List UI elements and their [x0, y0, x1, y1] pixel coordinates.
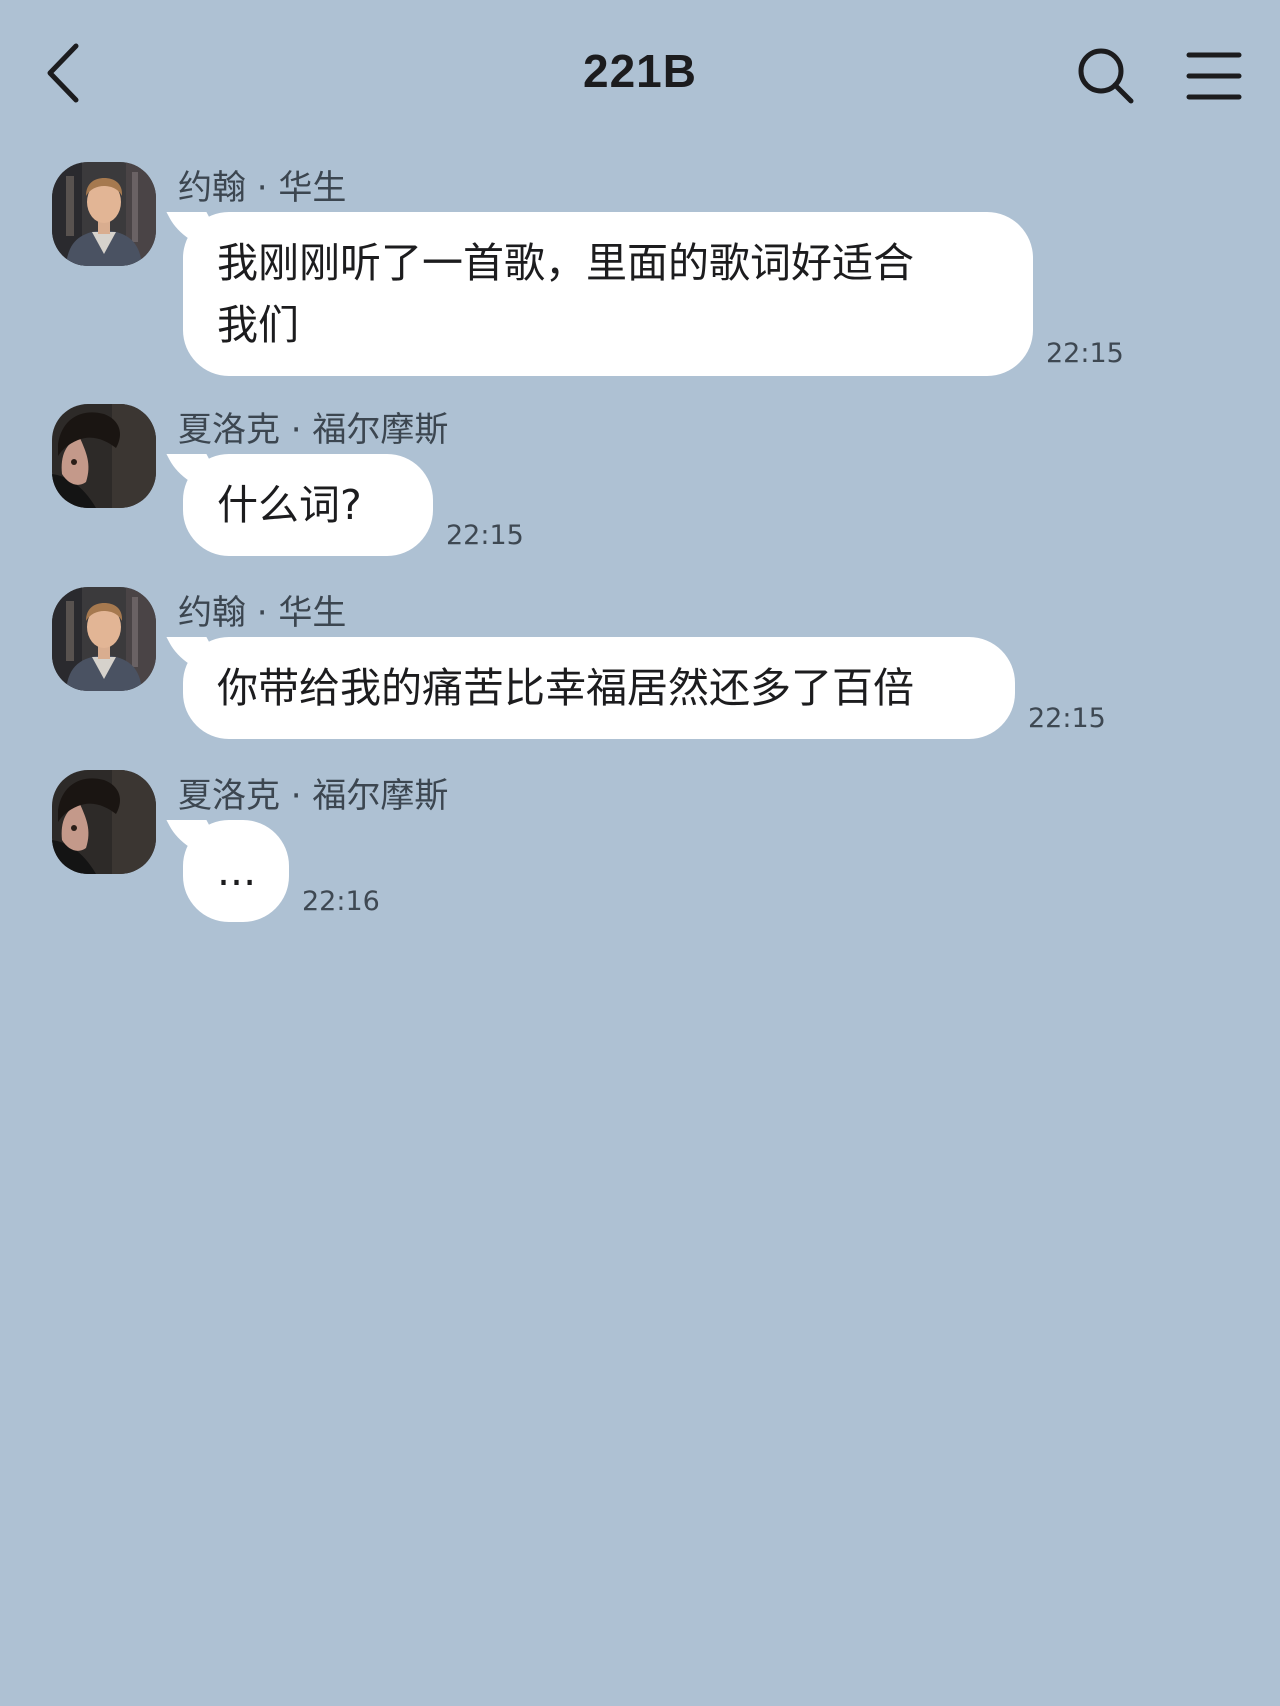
menu-button[interactable]: [1186, 50, 1242, 102]
avatar-john-watson[interactable]: [52, 162, 156, 266]
message-bubble[interactable]: 什么词?: [183, 454, 433, 556]
message-time: 22:15: [1028, 703, 1106, 734]
avatar-john-watson[interactable]: [52, 587, 156, 691]
avatar-sherlock-holmes[interactable]: [52, 404, 156, 508]
sender-name: 约翰 · 华生: [178, 593, 347, 633]
message-bubble[interactable]: 我刚刚听了一首歌，里面的歌词好适合 我们: [183, 212, 1033, 376]
message-bubble[interactable]: 你带给我的痛苦比幸福居然还多了百倍: [183, 637, 1015, 739]
message-text: 什么词?: [217, 481, 362, 529]
sender-name: 夏洛克 · 福尔摩斯: [178, 776, 449, 816]
avatar-sherlock-holmes[interactable]: [52, 770, 156, 874]
sender-name: 夏洛克 · 福尔摩斯: [178, 410, 449, 450]
message-text: ...: [217, 847, 257, 895]
sender-name: 约翰 · 华生: [178, 168, 347, 208]
message-text: 你带给我的痛苦比幸福居然还多了百倍: [217, 664, 914, 712]
menu-icon: [1186, 52, 1242, 100]
message-time: 22:15: [1046, 338, 1124, 369]
message-time: 22:16: [302, 886, 380, 917]
message-bubble[interactable]: ...: [183, 820, 289, 922]
search-icon: [1078, 48, 1134, 104]
chat-header: 221B: [0, 0, 1280, 150]
message-time: 22:15: [446, 520, 524, 551]
search-button[interactable]: [1076, 46, 1136, 106]
message-text: 我刚刚听了一首歌，里面的歌词好适合 我们: [217, 239, 914, 349]
